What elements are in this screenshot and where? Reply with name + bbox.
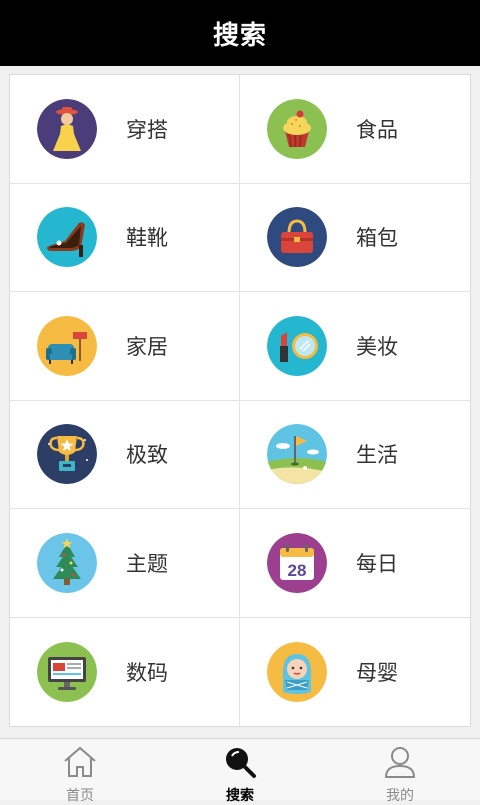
- armchair-icon: [37, 315, 97, 376]
- search-icon: [222, 745, 258, 783]
- category-label: 鞋靴: [126, 226, 168, 251]
- high-heel-icon: [37, 207, 97, 268]
- category-item-home[interactable]: 家居: [10, 292, 240, 401]
- category-item-life[interactable]: 生活: [240, 401, 470, 509]
- page-title: 搜索: [212, 20, 267, 51]
- handbag-icon: [267, 207, 327, 268]
- golf-flag-icon: [267, 424, 327, 485]
- monitor-icon: [37, 641, 97, 702]
- cupcake-icon: [267, 98, 327, 159]
- trophy-icon: [37, 424, 97, 485]
- dress-icon: [37, 98, 97, 159]
- tab-profile[interactable]: 我的: [320, 739, 480, 804]
- calendar-icon: 28: [267, 532, 327, 593]
- category-label: 母婴: [356, 660, 398, 685]
- page-header: 搜索: [0, 0, 480, 66]
- category-label: 极致: [126, 443, 168, 468]
- tab-home[interactable]: 首页: [0, 739, 160, 804]
- category-label: 每日: [356, 551, 398, 576]
- category-label: 生活: [356, 443, 398, 468]
- category-item-themes[interactable]: 主题: [10, 509, 240, 618]
- cosmetics-icon: [267, 315, 327, 376]
- category-label: 食品: [356, 117, 398, 142]
- category-label: 主题: [126, 551, 168, 576]
- category-item-food[interactable]: 食品: [240, 75, 470, 184]
- category-item-premium[interactable]: 极致: [10, 400, 240, 509]
- category-item-clothing[interactable]: 穿搭: [10, 75, 240, 184]
- category-label: 家居: [126, 334, 168, 359]
- calendar-day: 28: [288, 561, 307, 580]
- baby-icon: [267, 641, 327, 702]
- user-icon: [382, 745, 418, 783]
- category-item-daily[interactable]: 28 每日: [240, 509, 470, 618]
- bottom-tab-bar: 首页 搜索 我的: [0, 738, 480, 804]
- tab-label: 我的: [386, 788, 414, 804]
- category-grid: 穿搭 食品 鞋靴 箱包 家居 美妆 极致 生活 主题 28 每日 数码 母婴: [9, 74, 471, 727]
- category-label: 数码: [126, 660, 168, 685]
- category-label: 箱包: [356, 226, 398, 251]
- home-icon: [62, 745, 98, 783]
- tab-label: 搜索: [226, 788, 254, 804]
- category-item-beauty[interactable]: 美妆: [240, 292, 470, 401]
- christmas-tree-icon: [37, 532, 97, 593]
- category-item-baby[interactable]: 母婴: [240, 618, 470, 727]
- category-item-digital[interactable]: 数码: [10, 617, 240, 726]
- category-item-shoes[interactable]: 鞋靴: [10, 183, 240, 292]
- tab-label: 首页: [66, 788, 94, 804]
- category-label: 穿搭: [126, 117, 168, 142]
- tab-search[interactable]: 搜索: [160, 739, 320, 804]
- category-item-bags[interactable]: 箱包: [240, 184, 470, 292]
- category-label: 美妆: [356, 334, 398, 359]
